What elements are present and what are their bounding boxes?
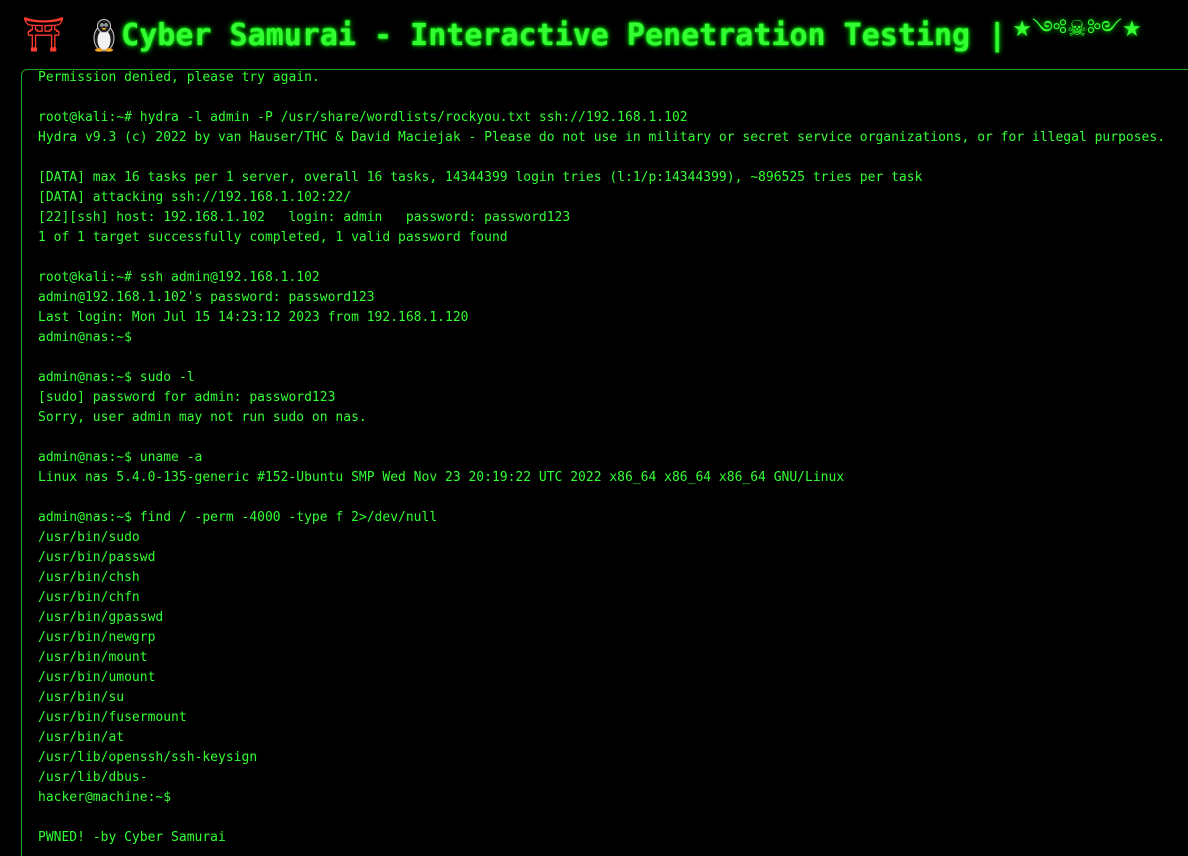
terminal-line: /usr/lib/dbus- (38, 770, 148, 785)
terminal-line: 1 of 1 target successfully completed, 1 … (38, 230, 508, 245)
terminal-line: Permission denied, please try again. (38, 70, 320, 85)
terminal-output[interactable]: Permission denied, please try again. root… (21, 69, 1188, 856)
terminal-line: root@kali:~# ssh admin@192.168.1.102 (38, 270, 320, 285)
terminal-line: /usr/bin/umount (38, 670, 156, 685)
terminal-line: [sudo] password for admin: password123 (38, 390, 336, 405)
terminal-line: [DATA] attacking ssh://192.168.1.102:22/ (38, 190, 352, 205)
terminal-line: /usr/bin/at (38, 730, 125, 745)
terminal-line: Hydra v9.3 (c) 2022 by van Hauser/THC & … (38, 130, 1166, 145)
terminal-line: admin@nas:~$ sudo -l (38, 370, 195, 385)
terminal-line: /usr/bin/fusermount (38, 710, 187, 725)
terminal-line: /usr/bin/mount (38, 650, 148, 665)
title-decoration: ★༺☠༻★ (1012, 17, 1142, 42)
terminal-line: admin@nas:~$ uname -a (38, 450, 203, 465)
terminal-line: /usr/bin/passwd (38, 550, 156, 565)
terminal-line: [22][ssh] host: 192.168.1.102 login: adm… (38, 210, 571, 225)
terminal-line: /usr/bin/sudo (38, 530, 140, 545)
terminal-line: admin@nas:~$ (38, 330, 132, 345)
penguin-icon (93, 19, 115, 52)
terminal-line: /usr/bin/newgrp (38, 630, 156, 645)
terminal-line: /usr/bin/chsh (38, 570, 140, 585)
terminal-line: /usr/bin/chfn (38, 590, 140, 605)
terminal-line: [DATA] max 16 tasks per 1 server, overal… (38, 170, 923, 185)
terminal-line: root@kali:~# hydra -l admin -P /usr/shar… (38, 110, 688, 125)
terminal-line: PWNED! -by Cyber Samurai (38, 830, 226, 845)
terminal-line: admin@nas:~$ find / -perm -4000 -type f … (38, 510, 438, 525)
app-header: ⛩ Cyber Samurai - Interactive Penetratio… (0, 0, 1188, 70)
terminal-line: hacker@machine:~$ (38, 790, 172, 805)
terminal-line: Last login: Mon Jul 15 14:23:12 2023 fro… (38, 310, 469, 325)
terminal-line: Linux nas 5.4.0-135-generic #152-Ubuntu … (38, 470, 845, 485)
terminal-lines: Permission denied, please try again. root… (38, 70, 1166, 848)
terminal-line: admin@192.168.1.102's password: password… (38, 290, 375, 305)
terminal-line: Sorry, user admin may not run sudo on na… (38, 410, 367, 425)
terminal-line: /usr/bin/gpasswd (38, 610, 164, 625)
app-title: Cyber Samurai - Interactive Penetration … (121, 17, 1007, 53)
terminal-line: /usr/bin/su (38, 690, 125, 705)
terminal-line: /usr/lib/openssh/ssh-keysign (38, 750, 258, 765)
torii-gate-icon: ⛩ (22, 15, 66, 55)
